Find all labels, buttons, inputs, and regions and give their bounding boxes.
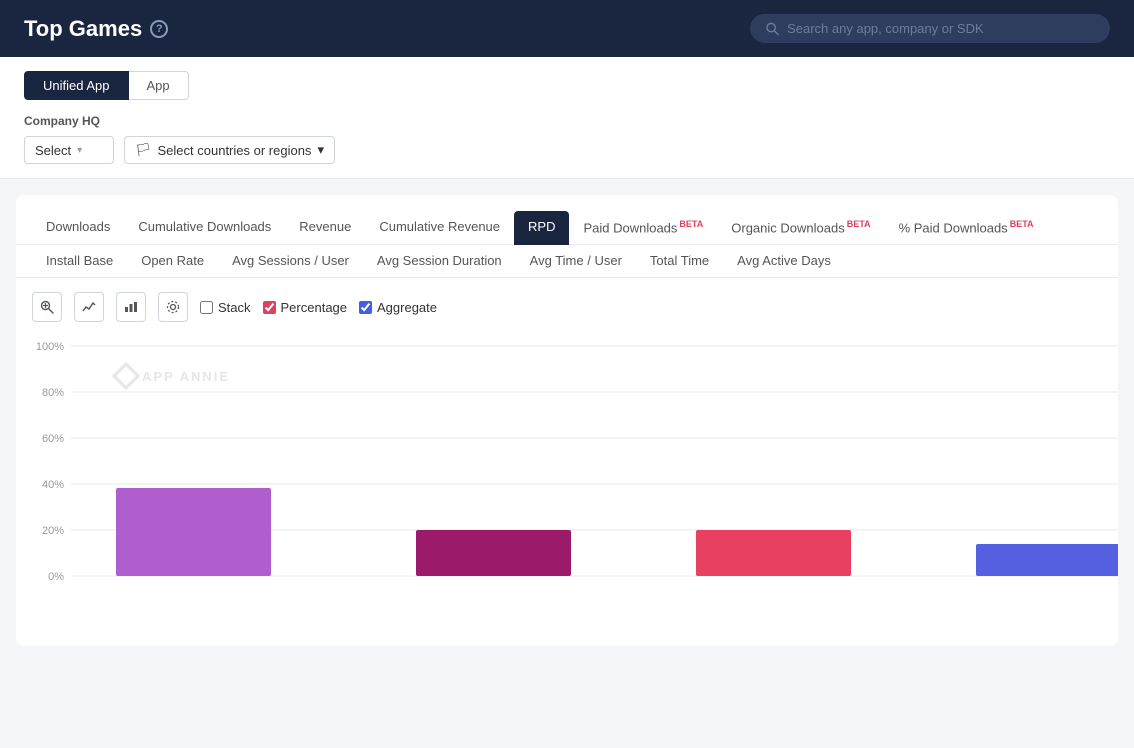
country-placeholder: Select countries or regions [158,143,312,158]
page-title: Top Games ? [24,16,168,42]
stack-checkbox[interactable] [200,301,213,314]
chart-controls: Stack Percentage Aggregate [16,278,1118,336]
tab-avg-session-duration[interactable]: Avg Session Duration [363,245,516,278]
aggregate-label: Aggregate [377,300,437,315]
tab-cumulative-downloads[interactable]: Cumulative Downloads [124,211,285,245]
stack-checkbox-label[interactable]: Stack [200,300,251,315]
bar-chart-icon[interactable] [116,292,146,322]
tab-install-base[interactable]: Install Base [32,245,127,278]
tab-downloads[interactable]: Downloads [32,211,124,245]
bar-candy-crush-saga [416,530,571,576]
metric-tabs-row1: Downloads Cumulative Downloads Revenue C… [16,195,1118,245]
bar-candy-crush-soda [696,530,851,576]
chevron-down-icon: ▾ [77,145,82,156]
svg-text:60%: 60% [42,433,64,445]
svg-text:0%: 0% [48,571,64,583]
select-label: Select [35,143,71,158]
svg-text:40%: 40% [42,479,64,491]
settings-icon[interactable] [158,292,188,322]
bar-match-masters [976,544,1118,576]
tab-avg-active-days[interactable]: Avg Active Days [723,245,845,278]
svg-text:20%: 20% [42,525,64,537]
percentage-checkbox[interactable] [263,301,276,314]
watermark-text: APP ANNIE [142,369,230,384]
search-input[interactable] [787,21,1094,36]
watermark: APP ANNIE [116,366,230,386]
bar-toon-blast [116,488,271,576]
flag-icon: 🏳 [135,142,152,158]
search-icon [766,22,779,36]
metric-tabs-row2: Install Base Open Rate Avg Sessions / Us… [16,245,1118,278]
tabs-area: Unified App App Company HQ Select ▾ 🏳 Se… [0,57,1134,179]
tab-paid-downloads[interactable]: Paid DownloadsBETA [569,211,717,245]
tab-app[interactable]: App [129,71,189,100]
chart-area: APP ANNIE 100% 80% 60% 40% 20% 0% [16,336,1118,646]
app-type-tabs: Unified App App [24,71,1110,100]
tab-unified-app[interactable]: Unified App [24,71,129,100]
tab-rpd[interactable]: RPD [514,211,569,245]
tab-pct-paid-downloads[interactable]: % Paid DownloadsBETA [885,211,1048,245]
tab-avg-time-user[interactable]: Avg Time / User [516,245,636,278]
tab-avg-sessions[interactable]: Avg Sessions / User [218,245,363,278]
tab-organic-downloads[interactable]: Organic DownloadsBETA [717,211,884,245]
filters-row: Select ▾ 🏳 Select countries or regions ▾ [24,136,1110,178]
chart-container: Downloads Cumulative Downloads Revenue C… [16,195,1118,646]
percentage-checkbox-label[interactable]: Percentage [263,300,348,315]
tab-cumulative-revenue[interactable]: Cumulative Revenue [365,211,514,245]
main-content: Downloads Cumulative Downloads Revenue C… [0,179,1134,662]
chevron-down-icon: ▾ [317,142,324,158]
zoom-icon[interactable] [32,292,62,322]
line-chart-icon[interactable] [74,292,104,322]
aggregate-checkbox[interactable] [359,301,372,314]
aggregate-checkbox-label[interactable]: Aggregate [359,300,437,315]
stack-label: Stack [218,300,251,315]
country-filter[interactable]: 🏳 Select countries or regions ▾ [124,136,335,164]
svg-text:80%: 80% [42,387,64,399]
percentage-label: Percentage [281,300,348,315]
select-filter[interactable]: Select ▾ [24,136,114,164]
company-hq-label: Company HQ [24,114,1110,128]
title-text: Top Games [24,16,142,42]
tab-open-rate[interactable]: Open Rate [127,245,218,278]
svg-text:100%: 100% [36,341,64,353]
search-bar[interactable] [750,14,1110,43]
tab-revenue[interactable]: Revenue [285,211,365,245]
info-icon[interactable]: ? [150,20,168,38]
header: Top Games ? [0,0,1134,57]
tab-total-time[interactable]: Total Time [636,245,723,278]
